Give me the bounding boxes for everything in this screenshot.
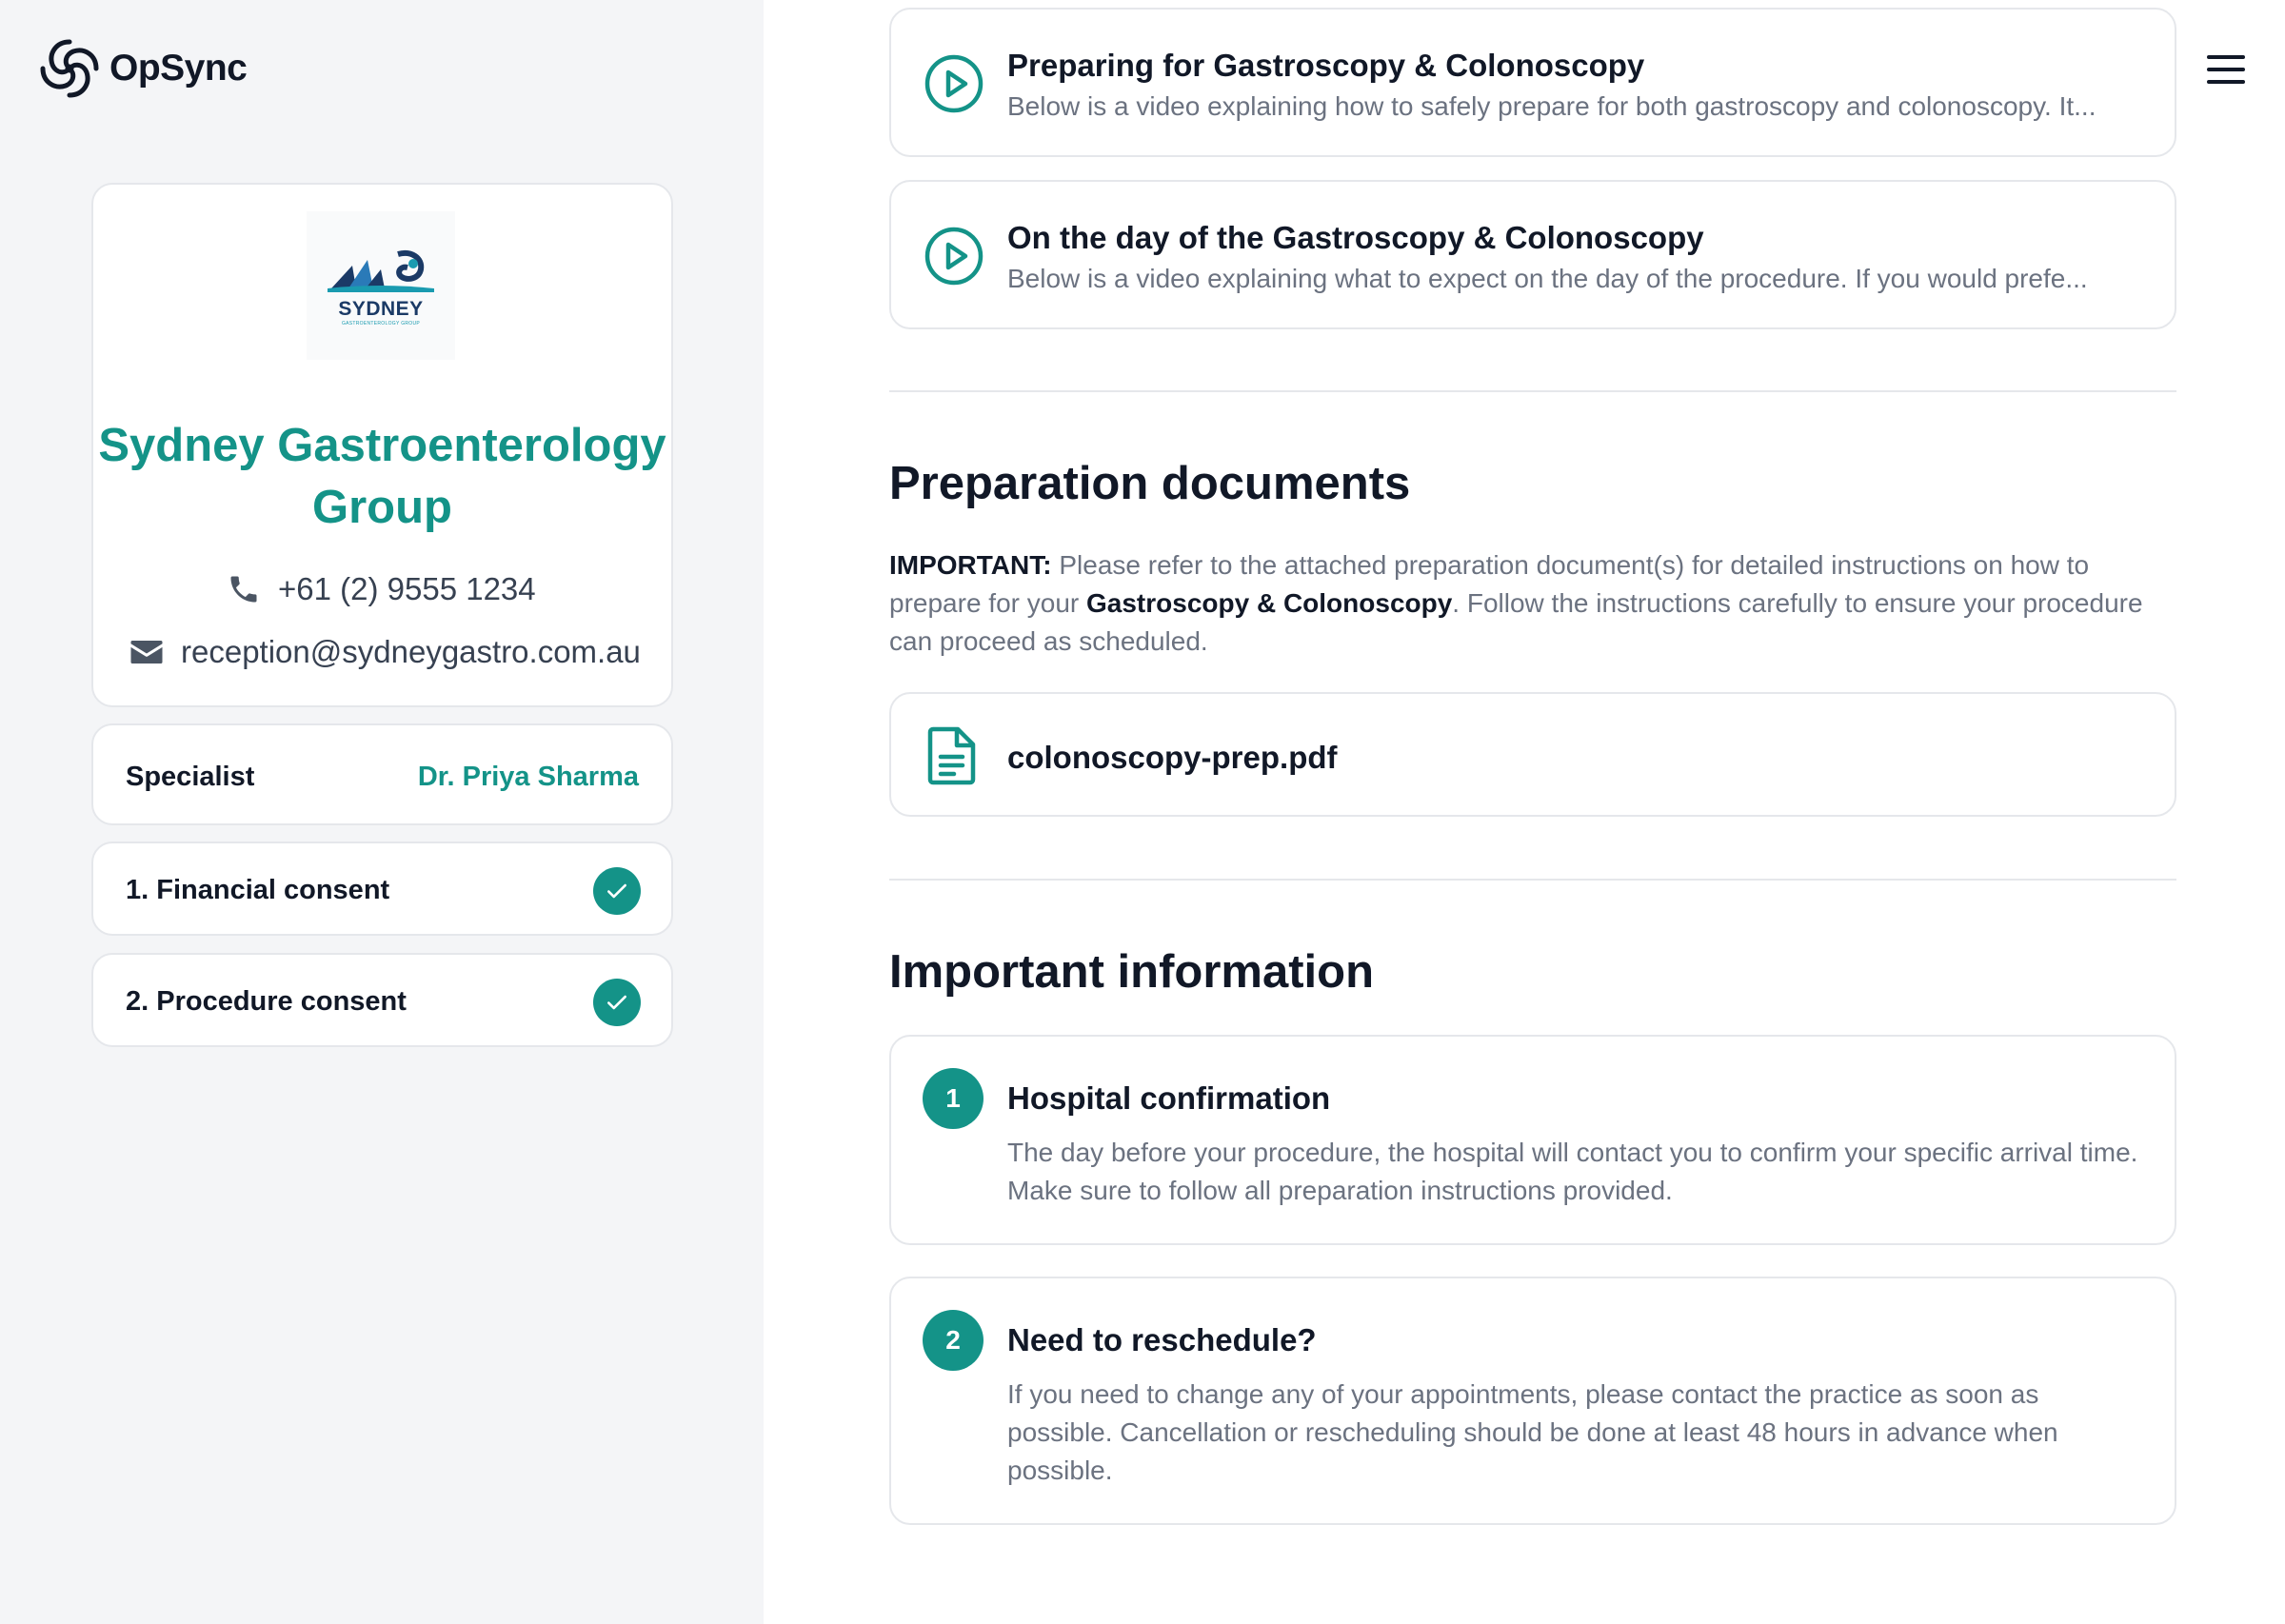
step-number-badge: 2: [923, 1310, 984, 1371]
document-icon: [927, 726, 976, 785]
check-icon: [593, 979, 641, 1026]
info-description: The day before your procedure, the hospi…: [1007, 1138, 2138, 1205]
clinic-logo: SYDNEY GASTROENTEROLOGY GROUP: [307, 211, 455, 360]
video-description: Below is a video explaining what to expe…: [1007, 264, 2088, 293]
play-icon: [924, 227, 984, 286]
divider: [889, 879, 2176, 881]
document-card[interactable]: colonoscopy-prep.pdf: [889, 692, 2176, 817]
specialist-card: Specialist Dr. Priya Sharma: [91, 723, 673, 825]
clinic-logo-subtitle: GASTROENTEROLOGY GROUP: [341, 321, 421, 327]
important-label: IMPORTANT:: [889, 550, 1052, 580]
play-icon: [924, 54, 984, 113]
consent-label: 2. Procedure consent: [126, 986, 407, 1017]
consent-label: 1. Financial consent: [126, 875, 390, 905]
sidebar: OpSync SYDNEY GASTROENTEROLOGY GROUP Syd…: [0, 0, 764, 1624]
step-number-badge: 1: [923, 1068, 984, 1129]
brand-name: OpSync: [109, 48, 248, 89]
preparation-heading: Preparation documents: [889, 458, 1411, 509]
document-name: colonoscopy-prep.pdf: [1007, 740, 1338, 775]
video-card-preparing[interactable]: Preparing for Gastroscopy & Colonoscopy …: [889, 8, 2176, 157]
phone-icon: [230, 576, 257, 603]
specialist-label: Specialist: [126, 762, 255, 792]
video-description: Below is a video explaining how to safel…: [1007, 91, 2096, 121]
preparation-instructions: IMPORTANT: Please refer to the attached …: [889, 546, 2176, 661]
clinic-email[interactable]: reception@sydneygastro.com.au: [129, 634, 641, 670]
email-icon: [130, 641, 163, 663]
video-title: Preparing for Gastroscopy & Colonoscopy: [1007, 48, 1645, 83]
opsync-logo[interactable]: OpSync: [35, 34, 248, 103]
info-card-reschedule: 2 Need to reschedule? If you need to cha…: [889, 1277, 2176, 1525]
clinic-name: Sydney Gastroenterology Group: [98, 420, 666, 533]
info-description: If you need to change any of your appoin…: [1007, 1379, 2058, 1485]
clinic-phone[interactable]: +61 (2) 9555 1234: [227, 571, 536, 607]
hamburger-menu-icon[interactable]: [2207, 53, 2249, 86]
info-title: Need to reschedule?: [1007, 1322, 1317, 1357]
check-icon: [593, 867, 641, 915]
video-card-day-of[interactable]: On the day of the Gastroscopy & Colonosc…: [889, 180, 2176, 329]
consent-item-procedure[interactable]: 2. Procedure consent: [91, 953, 673, 1047]
info-card-hospital-confirmation: 1 Hospital confirmation The day before y…: [889, 1035, 2176, 1245]
clinic-phone-text: +61 (2) 9555 1234: [278, 571, 536, 606]
clinic-email-text: reception@sydneygastro.com.au: [181, 634, 641, 669]
important-info-heading: Important information: [889, 946, 1375, 998]
consent-item-financial[interactable]: 1. Financial consent: [91, 842, 673, 936]
video-title: On the day of the Gastroscopy & Colonosc…: [1007, 220, 1704, 255]
main-content: Preparing for Gastroscopy & Colonoscopy …: [764, 0, 2285, 1624]
clinic-logo-word: SYDNEY: [338, 298, 424, 320]
divider: [889, 390, 2176, 392]
procedure-name: Gastroscopy & Colonoscopy: [1086, 588, 1453, 618]
opera-house-icon: [328, 250, 434, 292]
info-title: Hospital confirmation: [1007, 1080, 1331, 1116]
opsync-logo-icon: [40, 39, 99, 98]
specialist-name: Dr. Priya Sharma: [417, 762, 639, 792]
